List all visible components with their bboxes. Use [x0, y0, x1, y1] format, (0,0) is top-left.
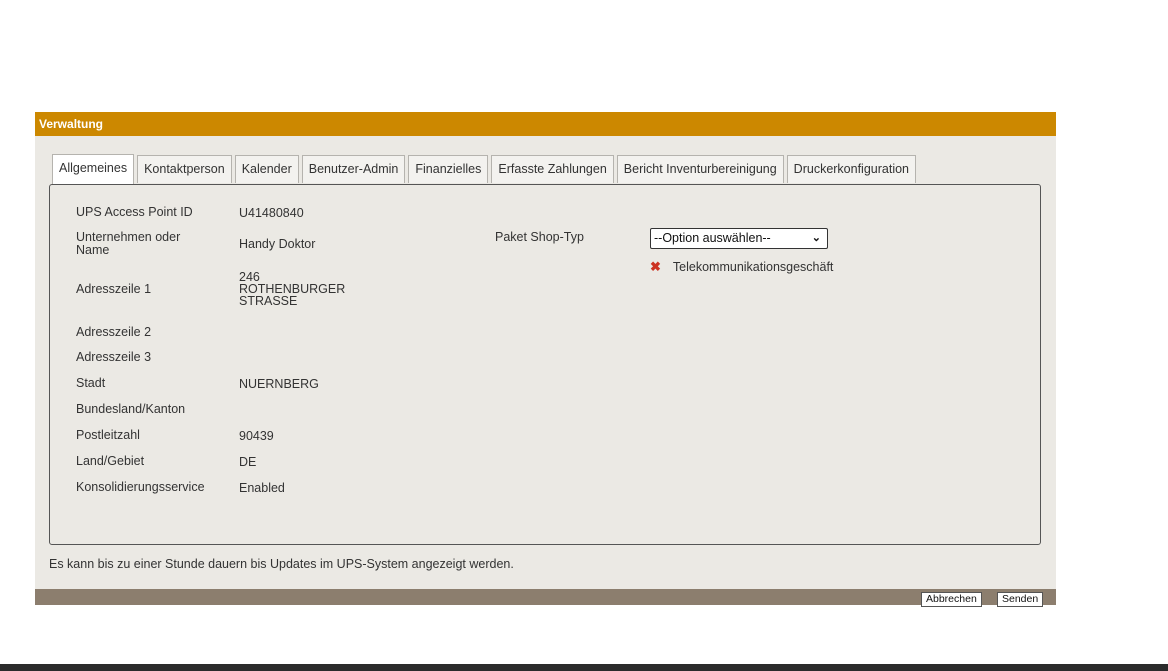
field-value: Enabled	[239, 480, 285, 495]
field-value: Handy Doktor	[239, 237, 316, 251]
field-country: Land/Gebiet DE	[76, 455, 256, 468]
shop-type-label: Paket Shop-Typ	[495, 230, 584, 244]
admin-panel: Verwaltung Allgemeines Kontaktperson Kal…	[35, 112, 1056, 607]
tab-bar: Allgemeines Kontaktperson Kalender Benut…	[52, 154, 919, 184]
selected-shop-type: ✖ Telekommunikationsgeschäft	[650, 259, 833, 275]
field-value: U41480840	[239, 205, 304, 220]
field-state: Bundesland/Kanton	[76, 403, 239, 416]
submit-button[interactable]: Senden	[997, 592, 1044, 607]
tab-content-allgemeines: UPS Access Point ID U41480840 Unternehme…	[49, 184, 1041, 545]
selected-shop-type-label: Telekommunikationsgeschäft	[672, 260, 834, 274]
footer-bar	[35, 589, 1056, 605]
field-label: Stadt	[76, 376, 106, 390]
tab-kontaktperson[interactable]: Kontaktperson	[137, 155, 232, 183]
update-note: Es kann bis zu einer Stunde dauern bis U…	[49, 557, 514, 571]
field-address2: Adresszeile 2	[76, 326, 239, 339]
field-label: Adresszeile 2	[76, 325, 152, 339]
field-label: Land/Gebiet	[76, 454, 145, 468]
field-value: 90439	[239, 428, 274, 443]
field-value: 246 ROTHENBURGER STRASSE	[239, 271, 345, 308]
shop-type-select-value: --Option auswählen--	[654, 231, 771, 245]
field-label: Adresszeile 1	[76, 281, 152, 296]
tab-erfasste-zahlungen[interactable]: Erfasste Zahlungen	[491, 155, 614, 183]
field-label: Konsolidierungsservice	[76, 480, 205, 494]
field-city: Stadt NUERNBERG	[76, 377, 319, 390]
taskbar-strip	[0, 664, 1168, 671]
field-label-line: Name	[76, 243, 110, 257]
field-consolidation: Konsolidierungsservice Enabled	[76, 481, 285, 494]
tab-kalender[interactable]: Kalender	[234, 155, 299, 183]
field-access-point-id: UPS Access Point ID U41480840	[76, 206, 304, 219]
tab-bericht-inventurbereinigung[interactable]: Bericht Inventurbereinigung	[616, 155, 784, 183]
tab-druckerkonfiguration[interactable]: Druckerkonfiguration	[786, 155, 917, 183]
panel-title: Verwaltung	[35, 112, 1056, 136]
remove-icon[interactable]: ✖	[650, 259, 661, 275]
field-label: Unternehmen oder Name	[76, 231, 239, 257]
address-line: STRASSE	[239, 294, 298, 308]
shop-type-select[interactable]: --Option auswählen-- ⌄	[650, 228, 828, 249]
field-label: Adresszeile 3	[76, 350, 152, 364]
field-zip: Postleitzahl 90439	[76, 429, 274, 442]
field-label: Postleitzahl	[76, 428, 140, 442]
field-label: UPS Access Point ID	[76, 205, 193, 219]
field-label: Bundesland/Kanton	[76, 402, 186, 416]
cancel-button[interactable]: Abbrechen	[921, 592, 982, 607]
tab-benutzer-admin[interactable]: Benutzer-Admin	[301, 155, 406, 183]
tab-allgemeines[interactable]: Allgemeines	[52, 154, 135, 184]
field-value: NUERNBERG	[239, 376, 319, 391]
tab-finanzielles[interactable]: Finanzielles	[408, 155, 489, 183]
field-value: DE	[239, 454, 257, 469]
field-address3: Adresszeile 3	[76, 351, 239, 364]
chevron-down-icon: ⌄	[811, 232, 821, 244]
field-address1: Adresszeile 1 246 ROTHENBURGER STRASSE	[76, 271, 345, 308]
field-company: Unternehmen oder Name Handy Doktor	[76, 231, 315, 257]
